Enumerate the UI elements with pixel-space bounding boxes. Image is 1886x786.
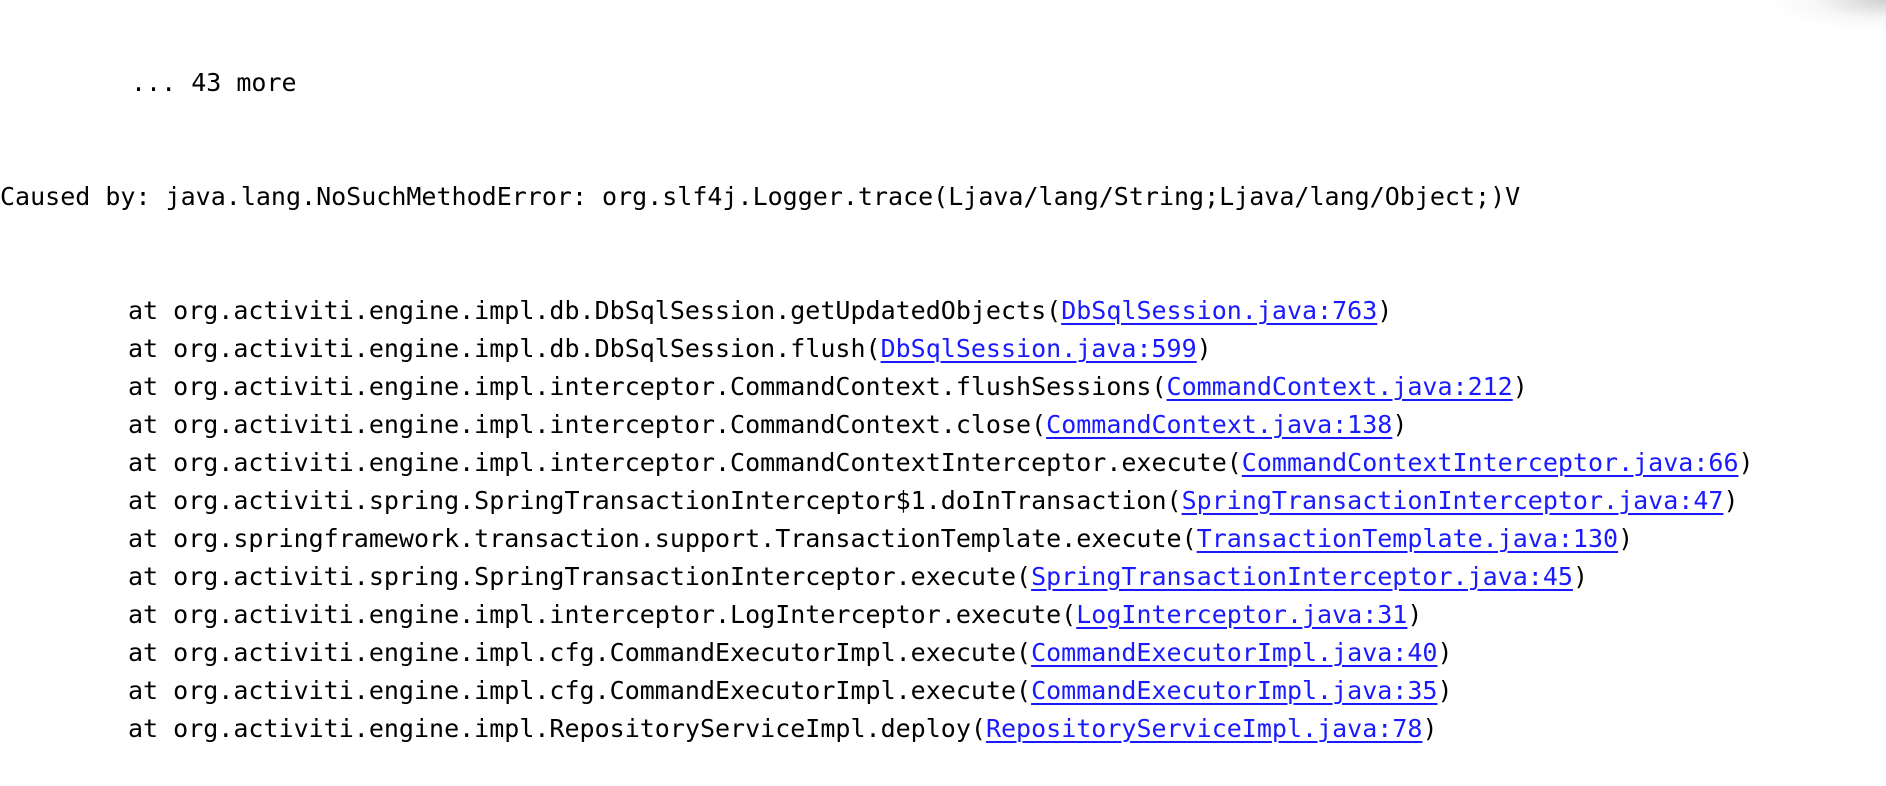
stack-frame-line: at org.activiti.engine.impl.interceptor.… — [0, 368, 1886, 406]
frame-source-link[interactable]: CommandContext.java:212 — [1167, 372, 1513, 401]
frame-method: at org.activiti.engine.impl.db.DbSqlSess… — [128, 296, 1062, 325]
frame-close-paren: ) — [1377, 296, 1393, 325]
frame-close-paren: ) — [1512, 372, 1528, 401]
frame-method: at org.activiti.engine.impl.cfg.CommandE… — [128, 676, 1032, 705]
frame-method: at org.activiti.engine.impl.db.DbSqlSess… — [128, 334, 881, 363]
frame-source-link[interactable]: CommandExecutorImpl.java:35 — [1031, 676, 1437, 705]
frame-close-paren: ) — [1422, 714, 1438, 743]
window-corner-shadow — [1776, 0, 1886, 30]
frame-source-link[interactable]: LogInterceptor.java:31 — [1076, 600, 1407, 629]
frame-method: at org.activiti.spring.SpringTransaction… — [128, 486, 1182, 515]
stack-frame-line: at org.activiti.engine.impl.RepositorySe… — [0, 710, 1886, 748]
frame-close-paren: ) — [1437, 638, 1453, 667]
stack-frame-line: at org.activiti.engine.impl.interceptor.… — [0, 444, 1886, 482]
stack-frame-line: at org.activiti.engine.impl.interceptor.… — [0, 596, 1886, 634]
frame-source-link[interactable]: DbSqlSession.java:599 — [881, 334, 1197, 363]
frame-method: at org.activiti.engine.impl.cfg.CommandE… — [128, 638, 1032, 667]
frame-method: at org.activiti.engine.impl.interceptor.… — [128, 410, 1047, 439]
frame-close-paren: ) — [1572, 562, 1588, 591]
frame-close-paren: ) — [1407, 600, 1423, 629]
frame-method: at org.activiti.engine.impl.interceptor.… — [128, 600, 1077, 629]
frame-close-paren: ) — [1738, 448, 1754, 477]
frame-close-paren: ) — [1196, 334, 1212, 363]
frame-source-link[interactable]: TransactionTemplate.java:130 — [1197, 524, 1618, 553]
stack-frame-line: at org.activiti.spring.SpringTransaction… — [0, 558, 1886, 596]
frame-method: at org.activiti.engine.impl.interceptor.… — [128, 372, 1167, 401]
frame-method: at org.activiti.engine.impl.RepositorySe… — [128, 714, 986, 743]
stack-frame-line: at org.activiti.engine.impl.cfg.CommandE… — [0, 634, 1886, 672]
frame-method: at org.springframework.transaction.suppo… — [128, 524, 1197, 553]
frame-close-paren: ) — [1437, 676, 1453, 705]
frame-source-link[interactable]: DbSqlSession.java:763 — [1061, 296, 1377, 325]
caused-by-line: Caused by: java.lang.NoSuchMethodError: … — [0, 182, 1521, 211]
stack-frame-line: at org.activiti.engine.impl.db.DbSqlSess… — [0, 330, 1886, 368]
frame-source-link[interactable]: CommandExecutorImpl.java:40 — [1031, 638, 1437, 667]
stack-frame-line: at org.activiti.engine.impl.db.DbSqlSess… — [0, 292, 1886, 330]
frame-source-link[interactable]: CommandContextInterceptor.java:66 — [1242, 448, 1739, 477]
stack-frame-line: at org.activiti.engine.impl.cfg.CommandE… — [0, 672, 1886, 710]
stack-frame-list: at org.activiti.engine.impl.db.DbSqlSess… — [0, 292, 1886, 748]
frame-source-link[interactable]: SpringTransactionInterceptor.java:47 — [1182, 486, 1724, 515]
stack-frame-line: at org.activiti.engine.impl.interceptor.… — [0, 406, 1886, 444]
stack-frame-line: at org.springframework.transaction.suppo… — [0, 520, 1886, 558]
frame-close-paren: ) — [1392, 410, 1408, 439]
frame-source-link[interactable]: CommandContext.java:138 — [1046, 410, 1392, 439]
frame-close-paren: ) — [1723, 486, 1739, 515]
frame-source-link[interactable]: RepositoryServiceImpl.java:78 — [986, 714, 1423, 743]
more-frames-line: ... 43 more — [131, 68, 297, 97]
frame-method: at org.activiti.engine.impl.interceptor.… — [128, 448, 1242, 477]
frame-method: at org.activiti.spring.SpringTransaction… — [128, 562, 1032, 591]
stack-trace-console: ... 43 more Caused by: java.lang.NoSuchM… — [0, 0, 1886, 786]
frame-source-link[interactable]: SpringTransactionInterceptor.java:45 — [1031, 562, 1573, 591]
stack-frame-line: at org.activiti.spring.SpringTransaction… — [0, 482, 1886, 520]
frame-close-paren: ) — [1618, 524, 1634, 553]
